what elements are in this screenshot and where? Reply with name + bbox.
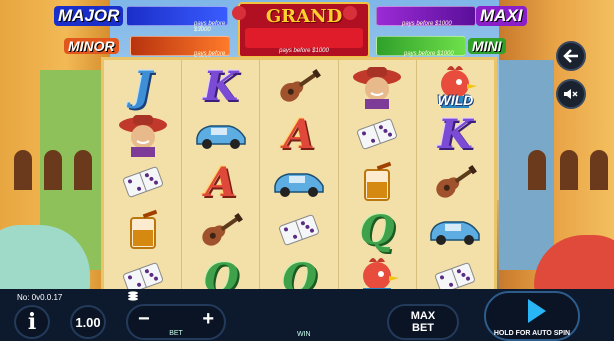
reel-column: J — [104, 60, 183, 297]
car-symbol — [260, 158, 337, 206]
mute-button[interactable] — [556, 79, 586, 109]
domino-icon — [122, 166, 163, 198]
rose-decoration — [232, 6, 246, 20]
win-label: WIN — [297, 331, 311, 338]
game-stage: MAJOR pays before $3000 MINOR pays befor… — [0, 0, 614, 341]
maxi-note: pays before $1000 — [402, 21, 452, 27]
symbol-letter-q: Q — [359, 206, 395, 254]
gaucho-icon — [353, 67, 402, 109]
domino-icon — [357, 118, 398, 150]
bet-increase-button[interactable]: + — [202, 308, 214, 331]
reel-column: KAQ — [182, 60, 261, 302]
grand-note: pays before $1000 — [279, 48, 329, 54]
info-button[interactable]: i — [14, 305, 50, 339]
whiskey-icon — [364, 161, 392, 201]
max-bet-button[interactable]: MAX BET — [387, 304, 459, 340]
back-button[interactable] — [556, 41, 586, 71]
car-icon — [430, 221, 481, 245]
bet-decrease-button[interactable]: − — [138, 308, 150, 331]
maxi-jackpot: MAXI pays before $1000 — [374, 4, 530, 28]
building-arch — [560, 150, 578, 190]
symbol-letter-k: K — [438, 110, 473, 158]
whiskey-symbol — [339, 158, 416, 206]
major-label: MAJOR — [54, 6, 124, 26]
grand-value-bar — [245, 28, 363, 48]
gaucho-symbol — [339, 62, 416, 110]
major-note: pays before $3000 — [194, 21, 226, 33]
building-arch — [590, 150, 608, 190]
symbol-letter-a: A — [205, 158, 237, 206]
bet-label: BET — [169, 330, 183, 337]
wild-symbol: WILD — [417, 62, 494, 110]
domino-symbol — [104, 158, 181, 206]
whiskey-icon — [129, 209, 157, 249]
symbol-letter-k: K — [203, 62, 239, 110]
maxi-label: MAXI — [476, 6, 527, 26]
guitar-icon — [202, 212, 243, 246]
reel-column: AQ — [260, 60, 339, 302]
building-arch — [74, 150, 92, 190]
spin-hint: HOLD FOR AUTO SPIN — [493, 330, 571, 337]
minor-label: MINOR — [64, 38, 119, 54]
coin-value-button[interactable]: 1.00 — [70, 305, 106, 339]
car-symbol — [182, 110, 259, 158]
mini-label: MINI — [468, 38, 506, 54]
symbol-letter-a: A — [283, 110, 315, 158]
spin-button[interactable]: HOLD FOR AUTO SPIN — [484, 291, 580, 341]
car-icon — [274, 173, 324, 197]
guitar-icon — [280, 68, 321, 102]
car-symbol — [417, 206, 494, 254]
reel-grid: J K A Q A Q Q WILD K — [101, 57, 497, 302]
car-icon — [196, 125, 246, 149]
coin-stack-icon — [128, 291, 138, 301]
building-arch — [14, 150, 32, 190]
bet-control: − + BET — [126, 304, 226, 340]
guitar-symbol — [182, 206, 259, 254]
max-bet-label: MAX BET — [410, 310, 436, 334]
building-arch — [528, 150, 546, 190]
reel-column: WILD K — [417, 60, 494, 297]
guitar-symbol — [260, 62, 337, 110]
whiskey-symbol — [104, 206, 181, 254]
rose-decoration — [343, 6, 357, 20]
mini-jackpot: MINI pays before $1000 — [374, 34, 520, 58]
reel-column: Q — [339, 60, 417, 300]
play-icon — [528, 299, 546, 323]
building-arch — [44, 150, 62, 190]
symbol-letter-j: J — [133, 62, 153, 110]
wild-label: WILD — [437, 92, 474, 108]
guitar-symbol — [417, 158, 494, 206]
major-jackpot: MAJOR pays before $3000 — [54, 4, 232, 33]
gaucho-symbol — [104, 110, 181, 158]
minor-jackpot: MINOR pays before $1000 — [64, 34, 234, 63]
domino-icon — [279, 214, 319, 246]
domino-symbol — [260, 206, 337, 254]
arrow-left-icon — [563, 49, 578, 63]
guitar-icon — [436, 164, 478, 198]
speaker-muted-icon — [564, 89, 578, 99]
domino-symbol — [339, 110, 416, 158]
gaucho-icon — [118, 115, 167, 157]
version-text: No: 0v0.0.17 — [17, 293, 63, 302]
